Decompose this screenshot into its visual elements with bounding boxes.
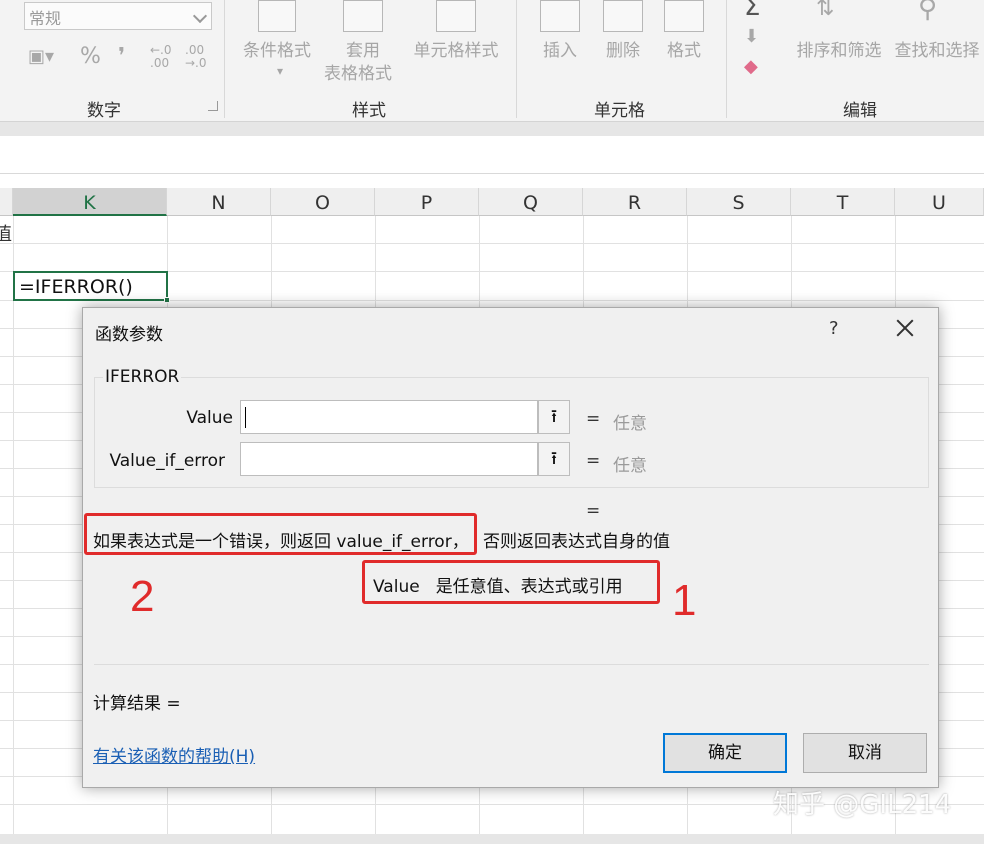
group-label-cells: 单元格	[594, 101, 645, 121]
group-label-editing: 编辑	[843, 101, 877, 121]
delete-cells-icon	[603, 0, 643, 32]
cancel-button[interactable]: 取消	[803, 733, 927, 773]
ribbon: 常规 ▣▾ % ❜ ←.0 .00 .00 →.0 数字 条件格式 ▾ 套用 表…	[0, 0, 984, 122]
increase-decimal-button[interactable]: ←.0 .00	[150, 44, 176, 70]
percent-style-button[interactable]: %	[80, 44, 101, 69]
column-header-k[interactable]: K	[13, 188, 167, 216]
collapse-dialog-icon[interactable]: ⭱	[538, 400, 570, 434]
arg-equals: =	[586, 409, 601, 429]
formula-bar[interactable]	[0, 136, 984, 174]
dialog-launcher-icon[interactable]	[208, 101, 218, 111]
watermark: 知乎 @GIL214	[773, 790, 952, 820]
autosum-icon[interactable]: Σ	[744, 0, 760, 22]
calculation-result: 计算结果 =	[93, 694, 181, 714]
decrease-decimal-button[interactable]: .00 →.0	[185, 44, 211, 70]
annotation-box-2	[84, 513, 477, 555]
value-input[interactable]	[240, 400, 538, 434]
table-format-label-1[interactable]: 套用	[323, 40, 403, 62]
column-header-t[interactable]: T	[791, 188, 895, 216]
close-icon[interactable]	[893, 316, 917, 340]
help-link[interactable]: 有关该函数的帮助(H)	[93, 742, 255, 767]
search-icon: ⚲	[918, 0, 938, 24]
arg-label-value-if-error: Value_if_error	[109, 451, 225, 471]
chevron-down-icon: ▾	[276, 64, 284, 78]
function-name: IFERROR	[103, 367, 182, 387]
conditional-format-icon	[258, 0, 296, 32]
ok-button[interactable]: 确定	[663, 733, 787, 773]
clear-eraser-icon[interactable]: ◆	[744, 56, 758, 77]
dialog-title: 函数参数	[95, 325, 163, 345]
arg-value-hint: 任意	[613, 414, 647, 434]
divider	[94, 664, 929, 665]
column-header-p[interactable]: P	[375, 188, 479, 216]
table-format-icon	[343, 0, 383, 32]
group-divider	[516, 0, 517, 118]
annotation-number-2: 2	[130, 572, 155, 621]
grid-line	[13, 216, 14, 844]
column-header-n[interactable]: N	[167, 188, 271, 216]
ribbon-bottom-band	[0, 122, 984, 136]
grid-line	[0, 243, 984, 244]
annotation-number-1: 1	[672, 576, 697, 625]
number-format-value: 常规	[29, 9, 62, 28]
group-label-styles: 样式	[352, 101, 386, 121]
collapse-dialog-icon[interactable]: ⭱	[538, 442, 570, 476]
group-divider	[726, 0, 727, 118]
column-header-u[interactable]: U	[895, 188, 984, 216]
column-header-q[interactable]: Q	[479, 188, 583, 216]
cell-styles-icon	[436, 0, 476, 32]
fill-icon[interactable]: ⬇	[744, 26, 759, 47]
format-button[interactable]: 格式	[662, 40, 706, 62]
comma-style-button[interactable]: ❜	[118, 44, 125, 69]
arg-value-hint: 任意	[613, 456, 647, 476]
column-header-r[interactable]: R	[583, 188, 687, 216]
table-format-label-2[interactable]: 表格格式	[318, 63, 398, 85]
arg-label-value: Value	[186, 408, 233, 428]
annotation-box-1	[362, 560, 660, 604]
fill-handle[interactable]	[164, 297, 170, 303]
arg-equals: =	[586, 451, 601, 471]
accounting-format-icon[interactable]: ▣▾	[28, 46, 54, 67]
text-caret	[245, 407, 246, 428]
function-description-rest: 否则返回表达式自身的值	[483, 532, 670, 552]
cell-styles-button[interactable]: 单元格样式	[409, 40, 503, 62]
sort-filter-icon: ⇅	[816, 0, 835, 21]
column-header-o[interactable]: O	[271, 188, 375, 216]
insert-cells-icon	[540, 0, 580, 32]
partial-cell-text: 值	[0, 224, 12, 245]
bottom-bar	[0, 834, 984, 844]
sort-filter-button[interactable]: 排序和筛选	[792, 40, 886, 62]
number-format-dropdown[interactable]: 常规	[24, 2, 212, 30]
row-header-corner	[0, 188, 13, 216]
chevron-down-icon	[192, 8, 208, 24]
format-cells-icon	[664, 0, 704, 32]
formula-result-equals: =	[586, 501, 601, 521]
value-if-error-input[interactable]	[240, 442, 538, 476]
insert-button[interactable]: 插入	[538, 40, 582, 62]
group-label-number: 数字	[87, 101, 121, 121]
active-cell[interactable]: =IFERROR()	[13, 271, 170, 303]
conditional-format-button[interactable]: 条件格式	[238, 40, 316, 62]
help-icon[interactable]: ?	[829, 318, 839, 339]
active-cell-formula: =IFERROR()	[19, 276, 133, 298]
delete-button[interactable]: 删除	[601, 40, 645, 62]
column-header-s[interactable]: S	[687, 188, 791, 216]
find-select-button[interactable]: 查找和选择	[890, 40, 984, 62]
group-divider	[224, 0, 225, 118]
